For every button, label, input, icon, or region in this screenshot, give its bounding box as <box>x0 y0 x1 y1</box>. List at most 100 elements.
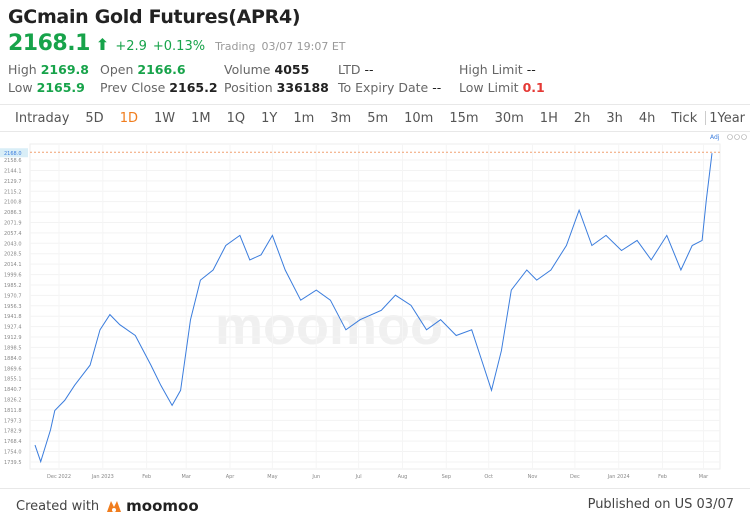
x-tick-label: Jul <box>355 474 362 480</box>
y-tick-label: 1985.2 <box>4 283 22 289</box>
price-chart: moomoo1739.51754.01768.41782.91797.31811… <box>0 134 747 480</box>
timestamp: 03/07 19:07 ET <box>261 40 346 53</box>
x-tick-label: Jan 2024 <box>607 474 630 480</box>
tab-5m[interactable]: 5m <box>367 111 388 126</box>
tab-3h[interactable]: 3h <box>606 111 623 126</box>
tab-3m[interactable]: 3m <box>330 111 351 126</box>
stat-label: Low Limit <box>459 80 519 95</box>
y-tick-label: 1999.6 <box>4 273 22 279</box>
stat-value: 4055 <box>274 62 310 77</box>
stat-low-limit: Low Limit 0.1 <box>459 80 545 95</box>
tab-30m[interactable]: 30m <box>495 111 524 126</box>
y-tick-label: 2115.2 <box>4 189 22 195</box>
x-tick-label: Jan 2023 <box>91 474 114 480</box>
stat-label: Prev Close <box>100 80 166 95</box>
period-tabs: Intraday 5D 1D 1W 1M 1Q 1Y 1m 3m 5m 10m 15m 30m 1H 2h 3… <box>0 104 750 132</box>
y-tick-label: 1826.2 <box>4 398 22 404</box>
stat-expiry: To Expiry Date -- <box>338 80 441 95</box>
stat-label: Open <box>100 62 134 77</box>
zoom-out-icon[interactable] <box>734 134 740 140</box>
stat-label: Volume <box>224 62 271 77</box>
y-tick-label: 2071.9 <box>4 220 22 226</box>
y-tick-label: 2144.1 <box>4 168 22 174</box>
x-tick-label: Jun <box>311 474 320 480</box>
y-tick-label: 1797.3 <box>4 418 22 424</box>
x-tick-label: Sep <box>442 474 451 480</box>
y-tick-label: 1927.4 <box>4 325 22 331</box>
up-arrow-icon: ⬆ <box>95 35 110 54</box>
y-tick-label: 1912.9 <box>4 335 22 341</box>
tab-15m[interactable]: 15m <box>449 111 478 126</box>
tab-1m[interactable]: 1M <box>191 111 211 126</box>
tab-1w[interactable]: 1W <box>154 111 175 126</box>
y-tick-label: 1970.7 <box>4 293 22 299</box>
y-tick-label: 2129.7 <box>4 179 22 185</box>
stat-label: To Expiry Date <box>338 80 429 95</box>
y-tick-label: 1754.0 <box>4 450 22 456</box>
stat-value: -- <box>526 62 536 77</box>
tab-1m[interactable]: 1m <box>293 111 314 126</box>
tab-1q[interactable]: 1Q <box>227 111 246 126</box>
stat-low: Low 2165.9 <box>8 80 85 95</box>
y-tick-label: 1956.3 <box>4 304 22 310</box>
y-tick-label: 2086.3 <box>4 210 22 216</box>
x-tick-label: Oct <box>484 474 493 480</box>
y-tick-label: 2158.6 <box>4 158 22 164</box>
y-tick-label: 2100.8 <box>4 200 22 206</box>
zoom-in-icon[interactable] <box>741 134 747 140</box>
x-tick-label: Feb <box>658 474 667 480</box>
y-tick-label: 2057.4 <box>4 231 22 237</box>
stat-label: Low <box>8 80 33 95</box>
y-tick-label: 1811.8 <box>4 408 22 414</box>
stat-high-limit: High Limit -- <box>459 62 536 77</box>
tab-1h[interactable]: 1H <box>540 111 558 126</box>
tab-5d[interactable]: 5D <box>85 111 103 126</box>
y-tick-label: 2043.0 <box>4 241 22 247</box>
stat-value: -- <box>364 62 374 77</box>
y-tick-label: 1869.6 <box>4 366 22 372</box>
tab-intraday[interactable]: Intraday <box>15 111 69 126</box>
price-change-pct: +0.13% <box>152 39 206 54</box>
page-title: GCmain Gold Futures(APR4) <box>8 6 301 28</box>
stat-prev-close: Prev Close 2165.2 <box>100 80 218 95</box>
tab-1d[interactable]: 1D <box>120 111 138 126</box>
x-tick-label: Aug <box>398 474 408 480</box>
tab-tick[interactable]: Tick <box>671 111 697 126</box>
tab-10m[interactable]: 10m <box>404 111 433 126</box>
y-tick-label: 2028.5 <box>4 252 22 258</box>
footer: Created with moomoo Published on US 03/0… <box>0 488 750 524</box>
stat-label: Position <box>224 80 273 95</box>
brand-name: moomoo <box>126 497 199 515</box>
y-tick-label: 1840.7 <box>4 387 22 393</box>
stat-label: High <box>8 62 37 77</box>
stat-label: LTD <box>338 62 361 77</box>
x-tick-label: Feb <box>142 474 151 480</box>
created-with: Created with moomoo <box>16 497 199 515</box>
moomoo-logo-icon <box>107 501 122 512</box>
x-tick-label: Dec 2022 <box>47 474 71 480</box>
trading-status: Trading <box>215 40 256 53</box>
stat-position: Position 336188 <box>224 80 329 95</box>
y-tick-label: 1898.5 <box>4 345 22 351</box>
stat-value: -- <box>432 80 442 95</box>
stat-ltd: LTD -- <box>338 62 374 77</box>
y-tick-label: 1941.8 <box>4 314 22 320</box>
y-tick-label: 1739.5 <box>4 460 22 466</box>
stat-open: Open 2166.6 <box>100 62 186 77</box>
x-tick-label: May <box>267 474 277 480</box>
adj-toggle[interactable]: Adj <box>710 134 720 141</box>
y-tick-label: 1782.9 <box>4 429 22 435</box>
range-selector[interactable]: 1Year : 1D <box>709 111 750 126</box>
x-tick-label: Mar <box>699 474 709 480</box>
published-date: Published on US 03/07 <box>587 497 734 512</box>
tab-1y[interactable]: 1Y <box>261 111 277 126</box>
reset-icon[interactable] <box>727 134 733 140</box>
stat-volume: Volume 4055 <box>224 62 309 77</box>
stat-label: High Limit <box>459 62 523 77</box>
stat-value: 336188 <box>276 80 329 95</box>
tab-2h[interactable]: 2h <box>574 111 591 126</box>
last-price: 2168.1 <box>8 31 90 56</box>
tab-4h[interactable]: 4h <box>639 111 656 126</box>
stat-value: 0.1 <box>522 80 545 95</box>
current-price-label: 2168.0 <box>4 151 22 157</box>
